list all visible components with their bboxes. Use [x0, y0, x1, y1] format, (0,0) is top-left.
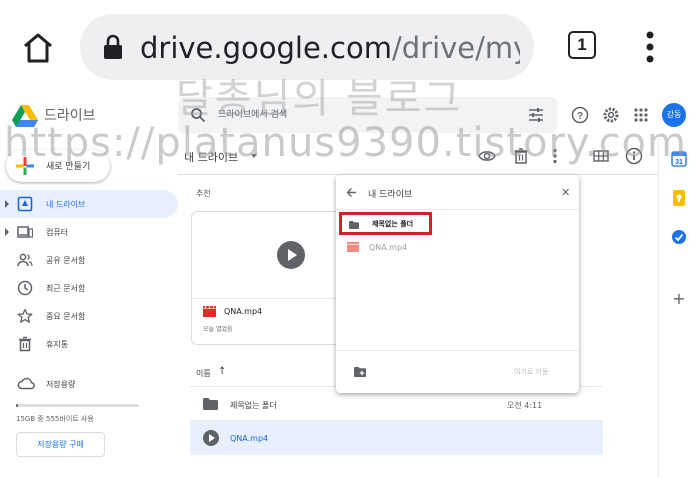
folder-icon	[349, 221, 359, 229]
move-here-button[interactable]: 여기로 이동	[514, 367, 548, 377]
sidebar-item-label: 중요 문서함	[46, 312, 86, 321]
dialog-header: 내 드라이브 ✕	[336, 175, 579, 210]
cloud-icon	[17, 377, 35, 390]
video-file-icon	[203, 430, 219, 446]
url-path: /drive/my	[391, 31, 520, 65]
sidebar-item-starred[interactable]: 중요 문서함	[0, 302, 178, 330]
dialog-folder-item[interactable]: 제목없는 폴더	[339, 212, 432, 235]
folder-icon	[203, 398, 218, 410]
computer-icon	[17, 226, 33, 238]
buy-storage-button[interactable]: 저장용량 구매	[16, 432, 105, 457]
tab-switcher-button[interactable]: 1	[568, 31, 596, 59]
storage-label: 저장용량	[46, 380, 76, 389]
trash-icon	[19, 336, 31, 352]
sidebar-item-my-drive[interactable]: 내 드라이브	[0, 190, 178, 218]
my-drive-icon	[17, 196, 33, 212]
storage-progress-bar	[16, 404, 139, 407]
video-file-icon	[347, 242, 359, 252]
play-icon	[277, 241, 305, 269]
watermark-text: 달총님의 블로그	[176, 76, 463, 122]
new-folder-icon[interactable]	[354, 367, 366, 377]
sidebar-item-trash[interactable]: 휴지통	[0, 330, 178, 358]
sidebar-item-label: 최근 문서함	[46, 284, 86, 293]
back-arrow-icon[interactable]	[346, 187, 357, 198]
sidebar-item-shared[interactable]: 공유 문서함	[0, 246, 178, 274]
table-row[interactable]: QNA.mp4	[190, 421, 603, 455]
expand-caret-icon[interactable]	[5, 200, 9, 208]
close-icon[interactable]: ✕	[561, 186, 570, 199]
sidebar-item-label: 내 드라이브	[46, 200, 86, 209]
card-subtitle: 오늘 열었음	[203, 326, 233, 333]
clock-icon	[17, 280, 33, 296]
modified-time: 오전 4:11	[507, 401, 543, 410]
home-icon	[24, 33, 52, 63]
watermark-url: https://platanus9390.tistory.com	[4, 120, 687, 166]
sort-arrow-icon[interactable]: ↑	[218, 366, 226, 377]
expand-caret-icon[interactable]	[5, 228, 9, 236]
storage-usage-text: 15GB 중 555바이트 사용	[16, 415, 94, 423]
column-header-name[interactable]: 이름	[196, 368, 211, 379]
home-button[interactable]	[18, 28, 58, 68]
dialog-footer: 여기로 이동	[336, 350, 579, 393]
dialog-title: 내 드라이브	[368, 190, 413, 200]
more-vert-icon[interactable]	[640, 30, 660, 64]
url-text: drive.google.com/drive/my	[140, 28, 520, 68]
sidebar-item-label: 컴퓨터	[46, 228, 69, 237]
sidebar-item-label: 공유 문서함	[46, 256, 86, 265]
card-file-name: QNA.mp4	[224, 307, 263, 316]
sidebar-item-computers[interactable]: 컴퓨터	[0, 218, 178, 246]
people-icon	[17, 253, 33, 267]
side-panel-divider	[658, 138, 659, 478]
suggested-heading: 추천	[196, 189, 211, 198]
lock-icon	[104, 34, 122, 59]
keep-icon[interactable]	[671, 190, 687, 206]
sidebar-item-label: 휴지통	[46, 340, 69, 349]
move-dialog: 내 드라이브 ✕ 제목없는 폴더 QNA.mp4 여기로 이동	[336, 175, 579, 393]
file-name: QNA.mp4	[230, 434, 269, 443]
sidebar-item-recent[interactable]: 최근 문서함	[0, 274, 178, 302]
url-domain: drive.google.com	[140, 31, 392, 65]
storage-progress-fill	[16, 404, 19, 407]
dialog-file-name: QNA.mp4	[369, 243, 408, 252]
star-icon	[17, 308, 33, 323]
video-file-icon	[203, 306, 216, 317]
file-name: 제목없는 폴더	[230, 401, 277, 410]
add-icon[interactable]: +	[671, 291, 687, 307]
tasks-icon[interactable]	[671, 229, 687, 245]
dialog-folder-name: 제목없는 폴더	[372, 220, 414, 228]
